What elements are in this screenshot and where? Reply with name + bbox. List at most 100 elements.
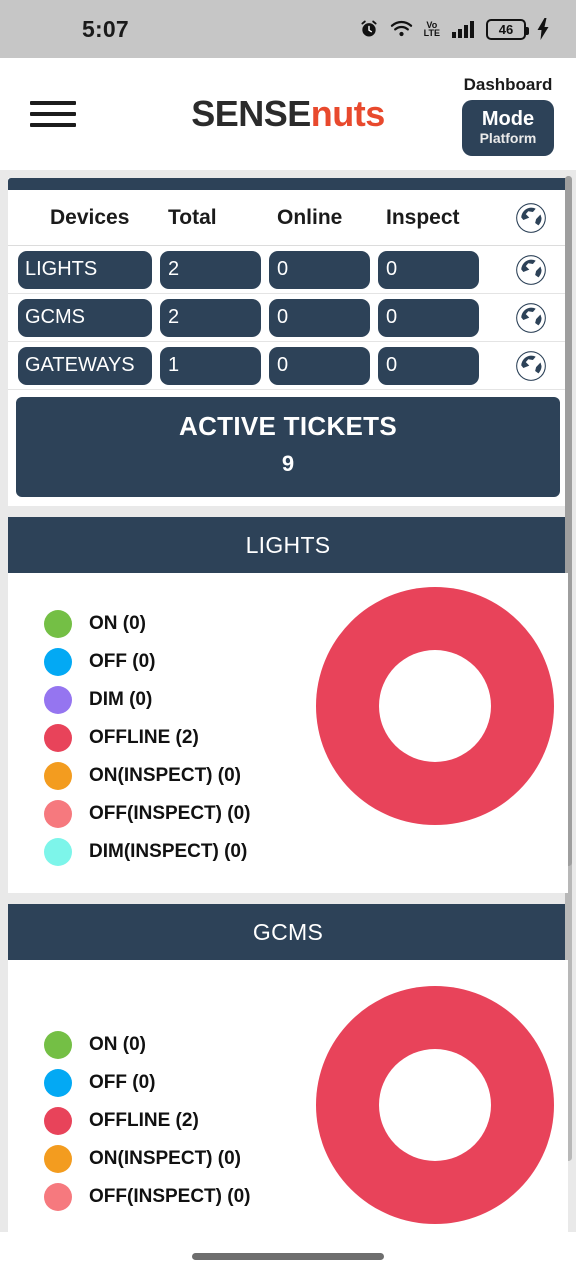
list-item[interactable]: ON (0) <box>44 605 251 643</box>
device-total-cell[interactable]: 2 <box>160 298 261 337</box>
device-name-cell[interactable]: GCMS <box>18 298 152 337</box>
battery-icon: 46 <box>486 18 529 40</box>
lights-panel-body: ON (0) OFF (0) DIM (0) OFFLINE (2) ON(IN… <box>8 573 568 893</box>
battery-level: 46 <box>498 21 514 37</box>
device-total-pill[interactable]: 1 <box>160 346 261 385</box>
logo-text-nuts: nuts <box>310 93 386 134</box>
globe-icon[interactable] <box>514 349 548 383</box>
list-item[interactable]: DIM (0) <box>44 681 251 719</box>
list-item[interactable]: ON (0) <box>44 1026 251 1064</box>
devices-summary-card: Devices Total Online Inspect LIGHTS 2 0 … <box>8 178 568 506</box>
page-title: Dashboard <box>463 74 553 94</box>
list-item[interactable]: OFF(INSPECT) (0) <box>44 1178 251 1216</box>
globe-icon[interactable] <box>514 301 548 335</box>
globe-icon[interactable] <box>514 253 548 287</box>
globe-icon[interactable] <box>514 201 548 235</box>
legend-label: DIM (0) <box>89 689 153 710</box>
legend-label: OFF(INSPECT) (0) <box>89 1186 251 1207</box>
device-inspect-pill[interactable]: 0 <box>378 250 479 289</box>
list-item[interactable]: OFFLINE (2) <box>44 1102 251 1140</box>
device-name-pill[interactable]: GATEWAYS <box>18 346 152 385</box>
device-online-cell[interactable]: 0 <box>269 250 370 289</box>
column-header-inspect: Inspect <box>386 205 460 229</box>
legend-color-dot <box>44 610 72 638</box>
mode-platform-button[interactable]: Mode Platform <box>462 99 554 156</box>
legend-label: ON(INSPECT) (0) <box>89 1148 241 1169</box>
list-item[interactable]: OFF (0) <box>44 1064 251 1102</box>
gcms-panel-body: ON (0) OFF (0) OFFLINE (2) ON(INSPECT) (… <box>8 960 568 1278</box>
table-row[interactable]: GATEWAYS 1 0 0 <box>8 342 568 390</box>
device-inspect-cell[interactable]: 0 <box>378 250 479 289</box>
legend-label: DIM(INSPECT) (0) <box>89 841 248 862</box>
gcms-chart-panel: GCMS ON (0) OFF (0) OFFLINE (2) ON(INSPE… <box>8 904 568 1278</box>
list-item[interactable]: DIM(INSPECT) (0) <box>44 833 251 871</box>
legend-color-dot <box>44 1069 72 1097</box>
list-item[interactable]: ON(INSPECT) (0) <box>44 757 251 795</box>
gesture-nav-pill[interactable] <box>192 1252 384 1260</box>
table-row[interactable]: GCMS 2 0 0 <box>8 294 568 342</box>
mode-button-sublabel: Platform <box>479 129 537 146</box>
alarm-icon <box>359 19 379 39</box>
lights-donut-chart[interactable] <box>316 587 554 830</box>
device-online-pill[interactable]: 0 <box>269 346 370 385</box>
devices-table-header: Devices Total Online Inspect <box>8 190 568 246</box>
device-name-cell[interactable]: GATEWAYS <box>18 346 152 385</box>
list-item[interactable]: OFF(INSPECT) (0) <box>44 795 251 833</box>
device-inspect-pill[interactable]: 0 <box>378 346 479 385</box>
device-name-pill[interactable]: GCMS <box>18 298 152 337</box>
device-name-cell[interactable]: LIGHTS <box>18 250 152 289</box>
legend-label: OFFLINE (2) <box>89 727 199 748</box>
devices-table: Devices Total Online Inspect LIGHTS 2 0 … <box>8 190 568 390</box>
globe-icon-header-cell[interactable] <box>504 201 558 235</box>
gcms-legend: ON (0) OFF (0) OFFLINE (2) ON(INSPECT) (… <box>8 986 251 1256</box>
device-inspect-cell[interactable]: 0 <box>378 346 479 385</box>
gcms-panel-header: GCMS <box>8 904 568 960</box>
legend-label: OFF(INSPECT) (0) <box>89 803 251 824</box>
list-item[interactable]: OFF (0) <box>44 643 251 681</box>
legend-color-dot <box>44 800 72 828</box>
list-item[interactable]: ON(INSPECT) (0) <box>44 1140 251 1178</box>
column-header-devices: Devices <box>50 205 130 229</box>
phone-screen: 5:07 Vo LTE 46 SENSEnuts Dashboard Mode … <box>0 0 576 1280</box>
lights-panel-header: LIGHTS <box>8 517 568 573</box>
status-bar-time: 5:07 <box>82 15 129 42</box>
charging-bolt-icon <box>537 18 550 40</box>
table-row[interactable]: LIGHTS 2 0 0 <box>8 246 568 294</box>
card-top-strip <box>8 178 568 190</box>
device-total-cell[interactable]: 1 <box>160 346 261 385</box>
active-tickets-count: 9 <box>281 451 295 476</box>
header-right-group: Dashboard Mode Platform <box>454 73 562 156</box>
hamburger-menu-icon[interactable] <box>30 94 76 134</box>
device-total-cell[interactable]: 2 <box>160 250 261 289</box>
device-total-pill[interactable]: 2 <box>160 250 261 289</box>
status-bar: 5:07 Vo LTE 46 <box>0 0 576 58</box>
device-name-pill[interactable]: LIGHTS <box>18 250 152 289</box>
device-online-cell[interactable]: 0 <box>269 298 370 337</box>
mode-button-label: Mode <box>481 107 535 130</box>
logo-text-sense: SENSE <box>191 93 311 134</box>
device-online-pill[interactable]: 0 <box>269 298 370 337</box>
list-item[interactable]: OFFLINE (2) <box>44 719 251 757</box>
lights-panel-title: LIGHTS <box>245 531 331 558</box>
device-online-pill[interactable]: 0 <box>269 250 370 289</box>
lights-chart-panel: LIGHTS ON (0) OFF (0) DIM (0) OFFLINE (2… <box>8 517 568 893</box>
row-globe-cell[interactable] <box>504 349 558 383</box>
legend-color-dot <box>44 762 72 790</box>
legend-label: ON (0) <box>89 613 146 634</box>
legend-color-dot <box>44 648 72 676</box>
volte-icon: Vo LTE <box>424 21 440 38</box>
dashboard-content: Devices Total Online Inspect LIGHTS 2 0 … <box>0 170 576 1278</box>
legend-label: OFFLINE (2) <box>89 1110 199 1131</box>
legend-label: ON (0) <box>89 1034 146 1055</box>
active-tickets-card[interactable]: ACTIVE TICKETS 9 <box>16 397 560 497</box>
gcms-donut-chart[interactable] <box>316 986 554 1229</box>
column-header-online: Online <box>277 205 343 229</box>
row-globe-cell[interactable] <box>504 301 558 335</box>
row-globe-cell[interactable] <box>504 253 558 287</box>
legend-color-dot <box>44 838 72 866</box>
device-total-pill[interactable]: 2 <box>160 298 261 337</box>
legend-label: OFF (0) <box>89 651 156 672</box>
device-online-cell[interactable]: 0 <box>269 346 370 385</box>
device-inspect-cell[interactable]: 0 <box>378 298 479 337</box>
device-inspect-pill[interactable]: 0 <box>378 298 479 337</box>
